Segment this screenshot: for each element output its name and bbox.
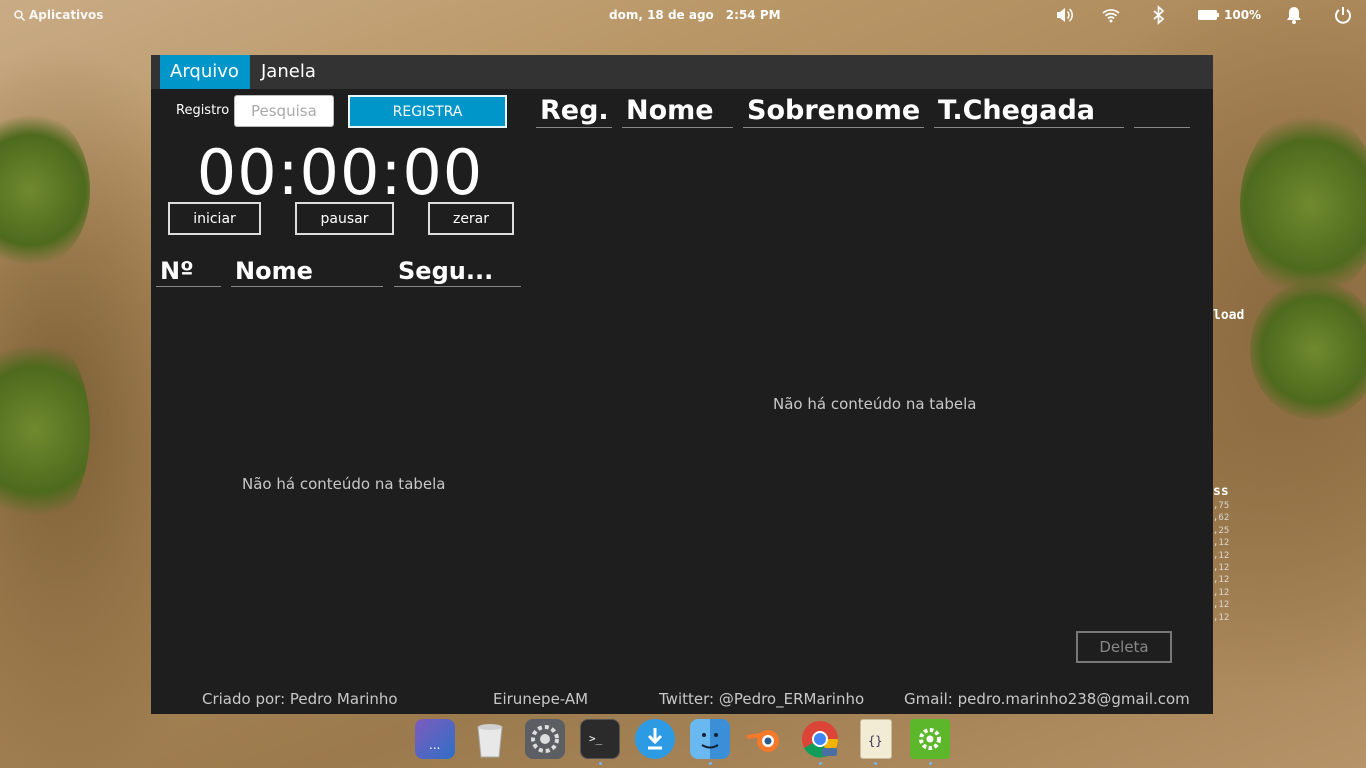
battery-percentage: 100% — [1224, 8, 1262, 22]
dock-running-indicator — [709, 762, 712, 765]
files-icon[interactable] — [690, 719, 730, 759]
time-text: 2:54 PM — [725, 8, 781, 22]
settings-app-icon[interactable] — [910, 719, 950, 759]
right-col-header-tchegada[interactable]: T.Chegada — [934, 95, 1124, 128]
search-icon — [14, 9, 25, 21]
battery-icon — [1198, 10, 1219, 20]
svg-text:{}: {} — [868, 734, 882, 748]
wallpaper-foliage — [1240, 110, 1366, 300]
registro-label: Registro — [176, 103, 230, 118]
dock: ... >_ {} — [410, 716, 960, 768]
bluetooth-indicator[interactable] — [1151, 5, 1167, 25]
dock-running-indicator — [874, 762, 877, 765]
wifi-icon — [1102, 9, 1120, 23]
wallpaper-foliage — [0, 110, 90, 270]
left-panel: Registro REGISTRA 00:00:00 iniciar pausa… — [151, 89, 529, 679]
registra-button[interactable]: REGISTRA — [348, 95, 507, 128]
right-table-empty-message: Não há conteúdo na tabela — [773, 395, 977, 413]
wallpaper-foliage — [1250, 280, 1366, 420]
left-col-header-segundo[interactable]: Segu... — [394, 257, 521, 287]
right-col-header-nome[interactable]: Nome — [622, 95, 733, 128]
footer-gmail: Gmail: pedro.marinho238@gmail.com — [904, 690, 1190, 708]
zerar-button[interactable]: zerar — [428, 202, 514, 235]
pausar-button[interactable]: pausar — [295, 202, 394, 235]
terminal-icon[interactable]: >_ — [580, 719, 620, 759]
deleta-button[interactable]: Deleta — [1076, 631, 1172, 663]
network-indicator[interactable] — [1101, 5, 1121, 25]
right-col-header-reg[interactable]: Reg. — [536, 95, 612, 128]
bluetooth-icon — [1153, 5, 1165, 25]
svg-text:...: ... — [429, 738, 440, 752]
wallpaper-foliage — [0, 330, 90, 530]
iniciar-button[interactable]: iniciar — [168, 202, 261, 235]
menu-arquivo[interactable]: Arquivo — [160, 55, 250, 89]
right-col-header-extra[interactable] — [1134, 95, 1190, 128]
dock-running-indicator — [819, 762, 822, 765]
applications-menu[interactable]: Aplicativos — [14, 8, 103, 22]
left-table-empty-message: Não há conteúdo na tabela — [242, 475, 446, 493]
code-editor-icon[interactable]: {} — [860, 719, 892, 759]
desktop-widget-numbers: ,75,62,25,12,12,12,12,12,12,12 — [1213, 501, 1230, 623]
menu-janela[interactable]: Janela — [251, 55, 326, 89]
trash-icon[interactable] — [470, 719, 510, 759]
applications-label: Aplicativos — [29, 8, 104, 22]
dock-running-indicator — [929, 762, 932, 765]
footer-location: Eirunepe-AM — [493, 690, 589, 708]
power-indicator[interactable]: 100% — [1197, 5, 1261, 25]
bell-icon — [1287, 7, 1301, 24]
footer-twitter: Twitter: @Pedro_ERMarinho — [659, 690, 865, 708]
desktop-widget-text: load — [1213, 308, 1245, 323]
datetime-indicator[interactable]: dom, 18 de ago 2:54 PM — [609, 8, 781, 22]
dock-running-indicator — [599, 762, 602, 765]
desktop-widget-text: ss — [1213, 484, 1229, 499]
appcenter-icon[interactable] — [635, 719, 675, 759]
chrome-beta-icon[interactable] — [800, 719, 840, 759]
date-text: dom, 18 de ago — [609, 8, 714, 22]
search-input[interactable] — [234, 95, 334, 127]
right-col-header-sobrenome[interactable]: Sobrenome — [743, 95, 924, 128]
left-col-header-numero[interactable]: Nº — [156, 257, 221, 287]
footer: Criado por: Pedro Marinho Eirunepe-AM Tw… — [151, 688, 1213, 714]
menu-bar: Arquivo Janela — [151, 55, 1213, 89]
right-panel: Reg. Nome Sobrenome T.Chegada Não há con… — [531, 89, 1213, 679]
sound-indicator[interactable] — [1054, 5, 1074, 25]
power-icon — [1335, 7, 1351, 24]
app-window: Arquivo Janela Registro REGISTRA 00:00:0… — [151, 55, 1213, 714]
footer-author: Criado por: Pedro Marinho — [202, 690, 398, 708]
system-settings-icon[interactable] — [525, 719, 565, 759]
notifications-indicator[interactable] — [1285, 5, 1303, 25]
volume-icon — [1057, 8, 1073, 22]
timer-display: 00:00:00 — [196, 136, 484, 209]
session-indicator[interactable] — [1333, 5, 1353, 25]
multitasking-view-icon[interactable]: ... — [415, 719, 455, 759]
top-panel: Aplicativos dom, 18 de ago 2:54 PM 100% — [0, 0, 1366, 32]
svg-text:>_: >_ — [589, 732, 603, 745]
blender-icon[interactable] — [745, 719, 785, 759]
left-col-header-nome[interactable]: Nome — [231, 257, 383, 287]
